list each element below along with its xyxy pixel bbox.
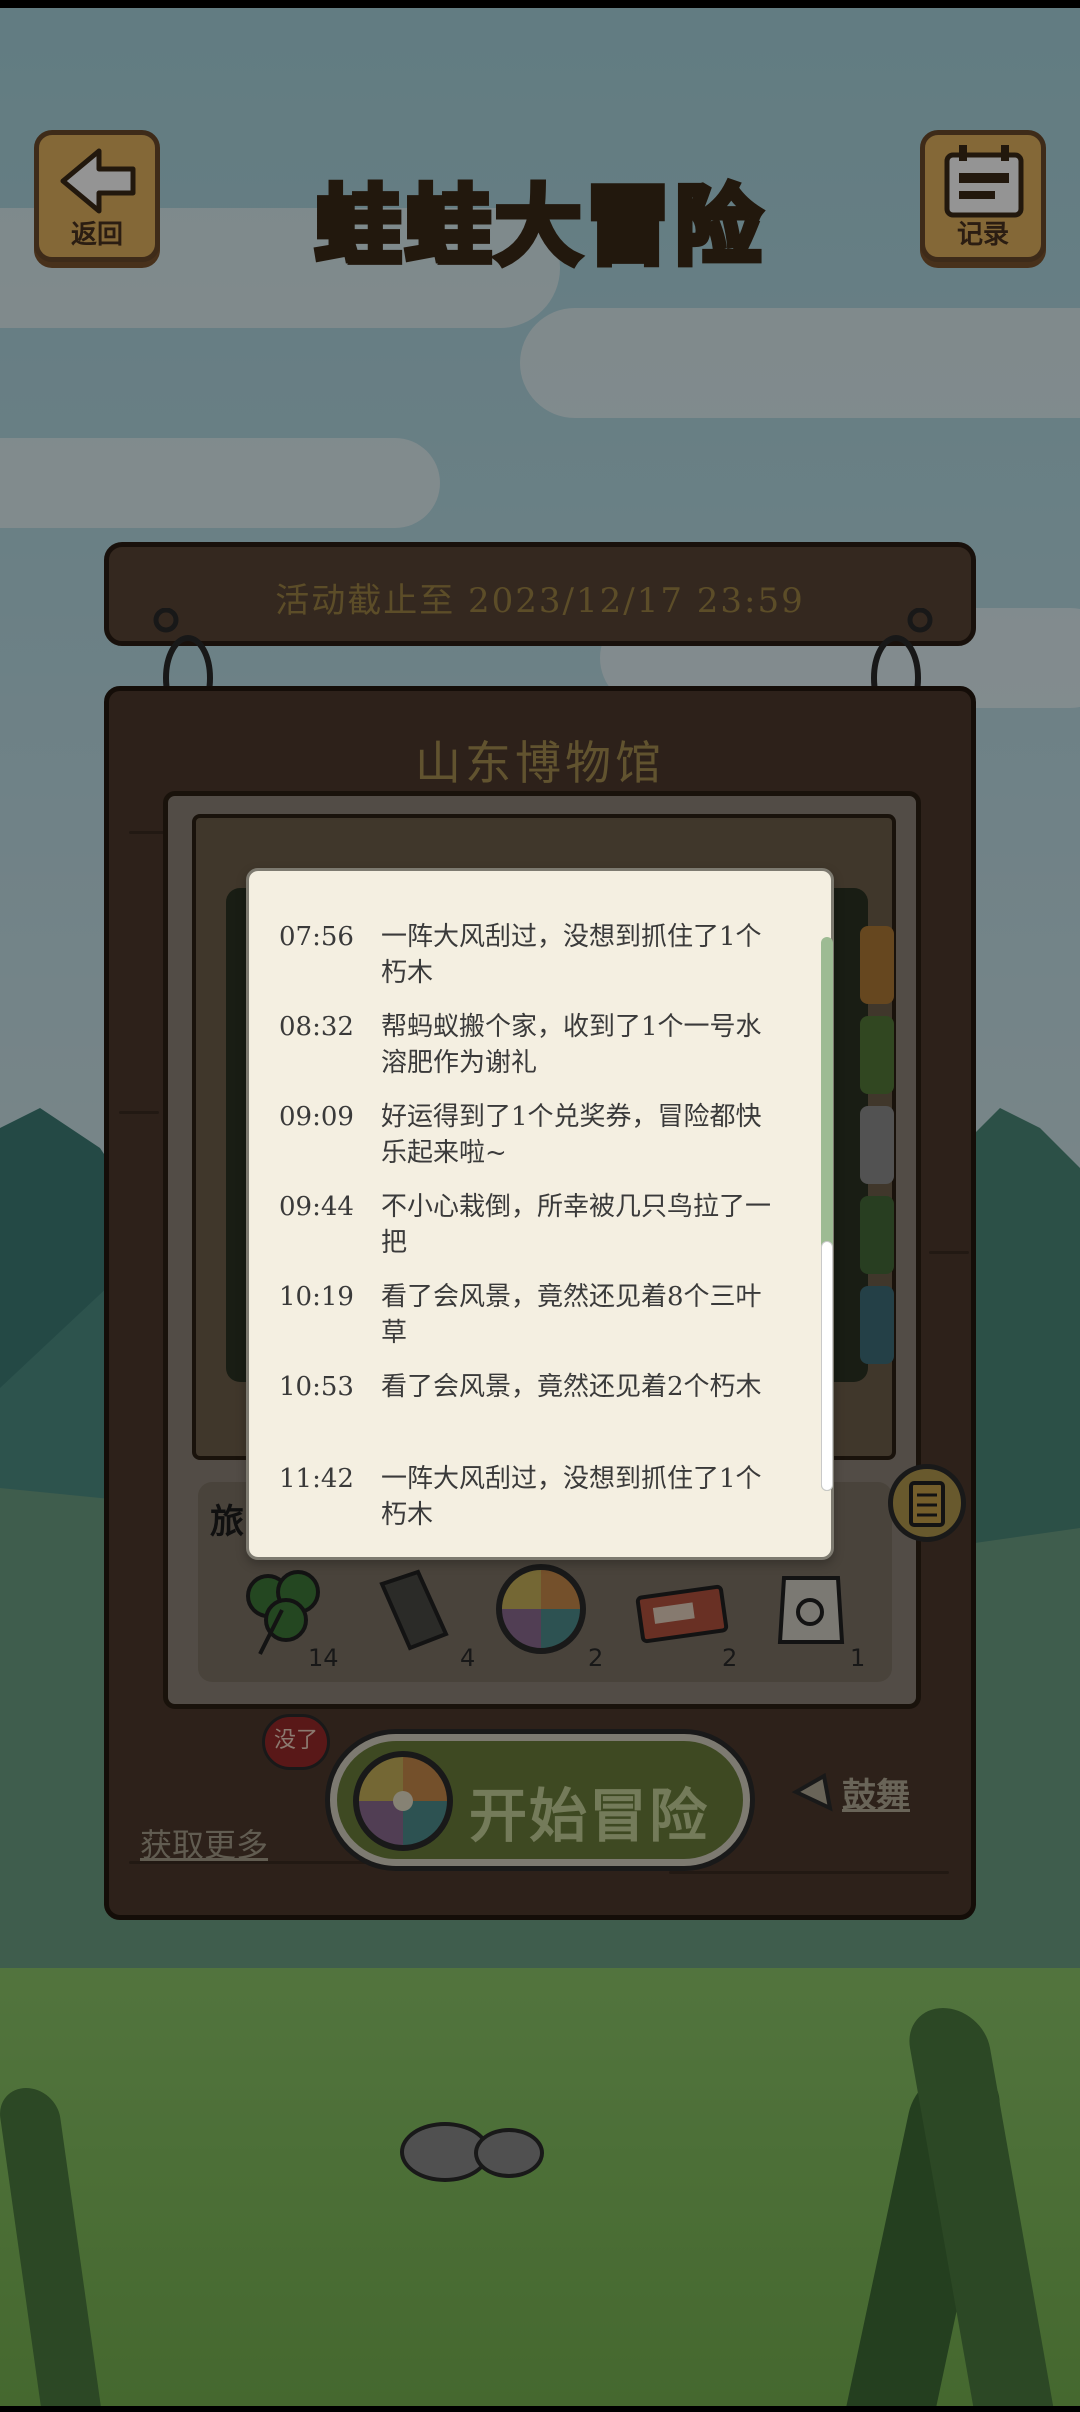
log-time: 09:44 — [279, 1192, 354, 1222]
log-time: 10:19 — [279, 1282, 354, 1312]
log-text: 看了会风景，竟然还见着8个三叶草 — [381, 1282, 762, 1348]
log-time: 08:32 — [279, 1012, 354, 1042]
adventure-log-dialog[interactable]: 07:56 一阵大风刮过，没想到抓住了1个朽木 08:32 帮蚂蚁搬个家，收到了… — [246, 868, 834, 1560]
scrollbar-thumb[interactable] — [821, 1241, 833, 1491]
log-text: 不小心栽倒，所幸被几只鸟拉了一把 — [381, 1192, 772, 1258]
log-text: 看了会风景，竟然还见着2个朽木 — [381, 1372, 762, 1402]
log-time: 07:56 — [279, 922, 354, 952]
log-text: 一阵大风刮过，没想到抓住了1个朽木 — [381, 1464, 762, 1530]
game-scene: 返回 记录 蛙蛙大冒险 活动截止至 2023/12/17 23:59 山东博物馆 — [0, 8, 1080, 2406]
log-text: 帮蚂蚁搬个家，收到了1个一号水溶肥作为谢礼 — [381, 1012, 762, 1078]
log-time: 11:42 — [279, 1464, 354, 1494]
log-time: 10:53 — [279, 1372, 354, 1402]
log-time: 09:09 — [279, 1102, 354, 1132]
log-text: 好运得到了1个兑奖券，冒险都快乐起来啦~ — [381, 1102, 762, 1168]
log-text: 一阵大风刮过，没想到抓住了1个朽木 — [381, 922, 762, 988]
